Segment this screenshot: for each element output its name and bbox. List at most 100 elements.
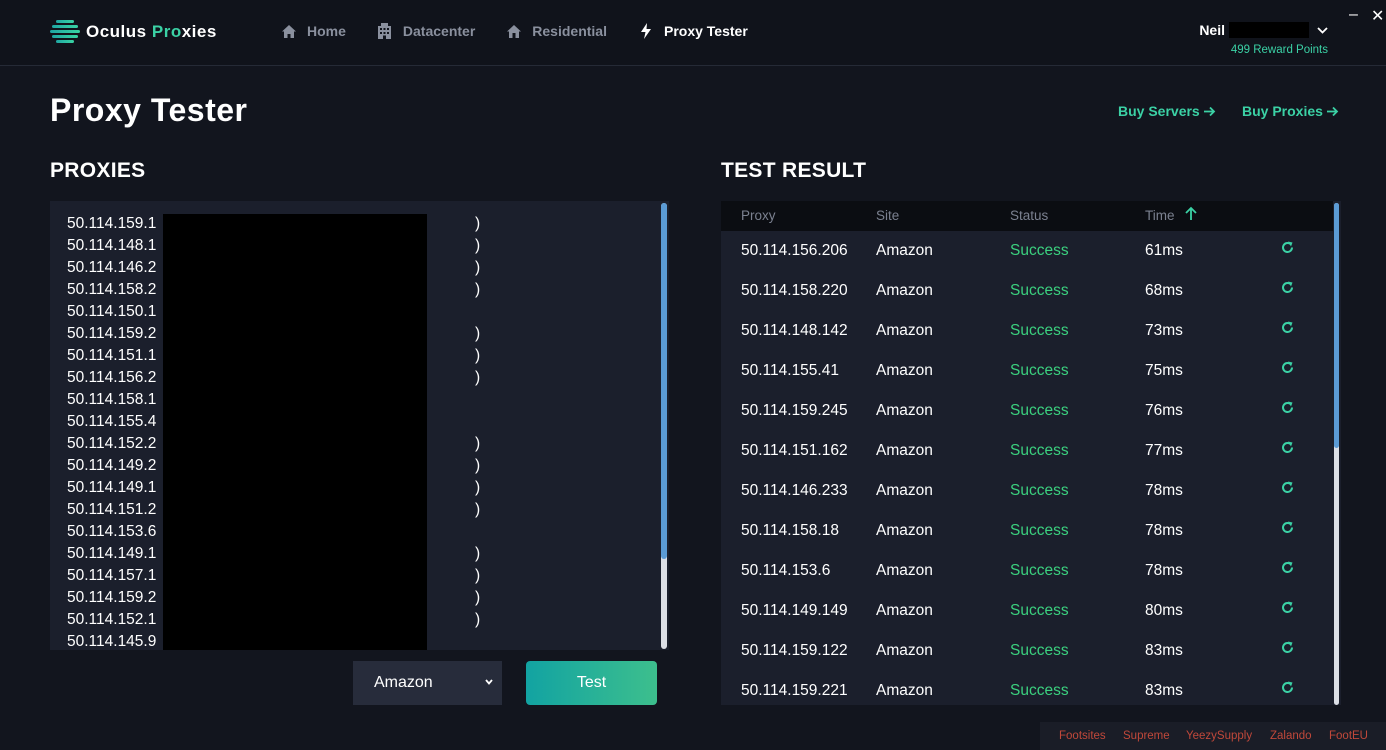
cell-proxy: 50.114.159.122: [741, 642, 848, 659]
proxy-line-end: ): [475, 259, 481, 276]
refresh-icon[interactable]: [1280, 640, 1295, 660]
top-bar: Oculus Proxies Home Datacenter Residenti…: [0, 0, 1386, 66]
refresh-icon[interactable]: [1280, 600, 1295, 620]
refresh-icon[interactable]: [1280, 280, 1295, 300]
user-name: Neil: [1199, 22, 1225, 38]
cell-time: 78ms: [1145, 482, 1183, 499]
proxy-line-end: ): [475, 281, 481, 298]
footer-link-footeu[interactable]: FootEU: [1329, 730, 1368, 742]
cell-status: Success: [1010, 522, 1069, 539]
lightning-icon: [637, 22, 655, 40]
proxy-line: 50.114.150.1: [67, 303, 157, 320]
proxy-line: 50.114.145.9: [67, 633, 157, 650]
arrow-right-icon: [1326, 106, 1339, 117]
brand-logo[interactable]: Oculus Proxies: [50, 18, 217, 46]
proxies-textarea[interactable]: 50.114.159.1 50.114.148.1 50.114.146.2 5…: [50, 201, 669, 650]
refresh-icon[interactable]: [1280, 320, 1295, 340]
refresh-icon[interactable]: [1280, 680, 1295, 700]
redacted-block: [163, 214, 427, 650]
nav-home[interactable]: Home: [280, 22, 346, 40]
nav-proxy-tester-label: Proxy Tester: [663, 23, 748, 39]
cell-site: Amazon: [876, 402, 933, 419]
cell-status: Success: [1010, 682, 1069, 699]
cell-status: Success: [1010, 442, 1069, 459]
proxies-scrollbar-thumb[interactable]: [661, 203, 667, 559]
proxy-line: 50.114.149.1: [67, 479, 157, 496]
buy-proxies-link[interactable]: Buy Proxies: [1242, 103, 1339, 119]
chevron-down-icon: [484, 674, 494, 695]
chevron-down-icon: [1317, 23, 1328, 37]
refresh-icon[interactable]: [1280, 520, 1295, 540]
proxy-line: 50.114.159.1: [67, 215, 157, 232]
proxy-line: 50.114.146.2: [67, 259, 157, 276]
proxy-line: 50.114.149.2: [67, 457, 157, 474]
proxy-line: 50.114.158.2: [67, 281, 157, 298]
cell-site: Amazon: [876, 562, 933, 579]
proxy-line: 50.114.156.2: [67, 369, 157, 386]
minimize-button[interactable]: –: [1349, 6, 1358, 24]
refresh-icon[interactable]: [1280, 240, 1295, 260]
footer-link-footsites[interactable]: Footsites: [1059, 730, 1106, 742]
cell-time: 78ms: [1145, 562, 1183, 579]
column-header-site[interactable]: Site: [876, 208, 899, 223]
footer-link-zalando[interactable]: Zalando: [1270, 730, 1312, 742]
table-row: 50.114.155.41 Amazon Success 75ms: [721, 351, 1333, 391]
column-header-proxy[interactable]: Proxy: [741, 208, 776, 223]
cell-time: 83ms: [1145, 682, 1183, 699]
table-row: 50.114.153.6 Amazon Success 78ms: [721, 551, 1333, 591]
cell-time: 80ms: [1145, 602, 1183, 619]
user-menu[interactable]: Neil 499 Reward Points: [1199, 22, 1328, 56]
table-row: 50.114.156.206 Amazon Success 61ms: [721, 231, 1333, 271]
sort-ascending-icon[interactable]: [1184, 206, 1198, 226]
proxy-line-end: ): [475, 237, 481, 254]
refresh-icon[interactable]: [1280, 440, 1295, 460]
cell-site: Amazon: [876, 482, 933, 499]
site-select[interactable]: Amazon: [353, 661, 502, 705]
footer-link-yeezysupply[interactable]: YeezySupply: [1186, 730, 1252, 742]
cell-proxy: 50.114.149.149: [741, 602, 848, 619]
table-row: 50.114.159.221 Amazon Success 83ms: [721, 671, 1333, 705]
cell-proxy: 50.114.159.245: [741, 402, 848, 419]
test-button[interactable]: Test: [526, 661, 657, 705]
nav-proxy-tester[interactable]: Proxy Tester: [637, 22, 748, 40]
house-icon: [505, 22, 523, 40]
footer-link-supreme[interactable]: Supreme: [1123, 730, 1170, 742]
nav-home-label: Home: [307, 23, 346, 39]
cell-status: Success: [1010, 362, 1069, 379]
refresh-icon[interactable]: [1280, 400, 1295, 420]
cell-proxy: 50.114.158.18: [741, 522, 839, 539]
nav-datacenter[interactable]: Datacenter: [376, 22, 475, 40]
cell-time: 75ms: [1145, 362, 1183, 379]
proxy-line: 50.114.151.2: [67, 501, 157, 518]
nav-residential[interactable]: Residential: [505, 22, 607, 40]
proxy-line: 50.114.152.1: [67, 611, 157, 628]
column-header-status[interactable]: Status: [1010, 208, 1048, 223]
cell-time: 83ms: [1145, 642, 1183, 659]
proxy-line-end: ): [475, 457, 481, 474]
table-header: Proxy Site Status Time: [721, 201, 1333, 231]
table-row: 50.114.159.122 Amazon Success 83ms: [721, 631, 1333, 671]
cell-site: Amazon: [876, 522, 933, 539]
buy-servers-link[interactable]: Buy Servers: [1118, 103, 1216, 119]
table-row: 50.114.146.233 Amazon Success 78ms: [721, 471, 1333, 511]
results-scrollbar-thumb[interactable]: [1334, 203, 1339, 448]
proxy-line: 50.114.158.1: [67, 391, 157, 408]
close-button[interactable]: ✕: [1371, 6, 1384, 26]
proxy-line-end: ): [475, 369, 481, 386]
test-result-title: TEST RESULT: [721, 159, 867, 182]
cell-status: Success: [1010, 282, 1069, 299]
refresh-icon[interactable]: [1280, 560, 1295, 580]
proxy-line-end: ): [475, 215, 481, 232]
cell-status: Success: [1010, 562, 1069, 579]
refresh-icon[interactable]: [1280, 480, 1295, 500]
proxies-title: PROXIES: [50, 159, 146, 182]
home-icon: [280, 22, 298, 40]
refresh-icon[interactable]: [1280, 360, 1295, 380]
table-row: 50.114.159.245 Amazon Success 76ms: [721, 391, 1333, 431]
arrow-right-icon: [1203, 106, 1215, 117]
column-header-time[interactable]: Time: [1145, 208, 1175, 223]
nav-residential-label: Residential: [532, 23, 607, 39]
proxy-line: 50.114.148.1: [67, 237, 157, 254]
proxy-line-end: ): [475, 435, 481, 452]
cell-proxy: 50.114.158.220: [741, 282, 848, 299]
